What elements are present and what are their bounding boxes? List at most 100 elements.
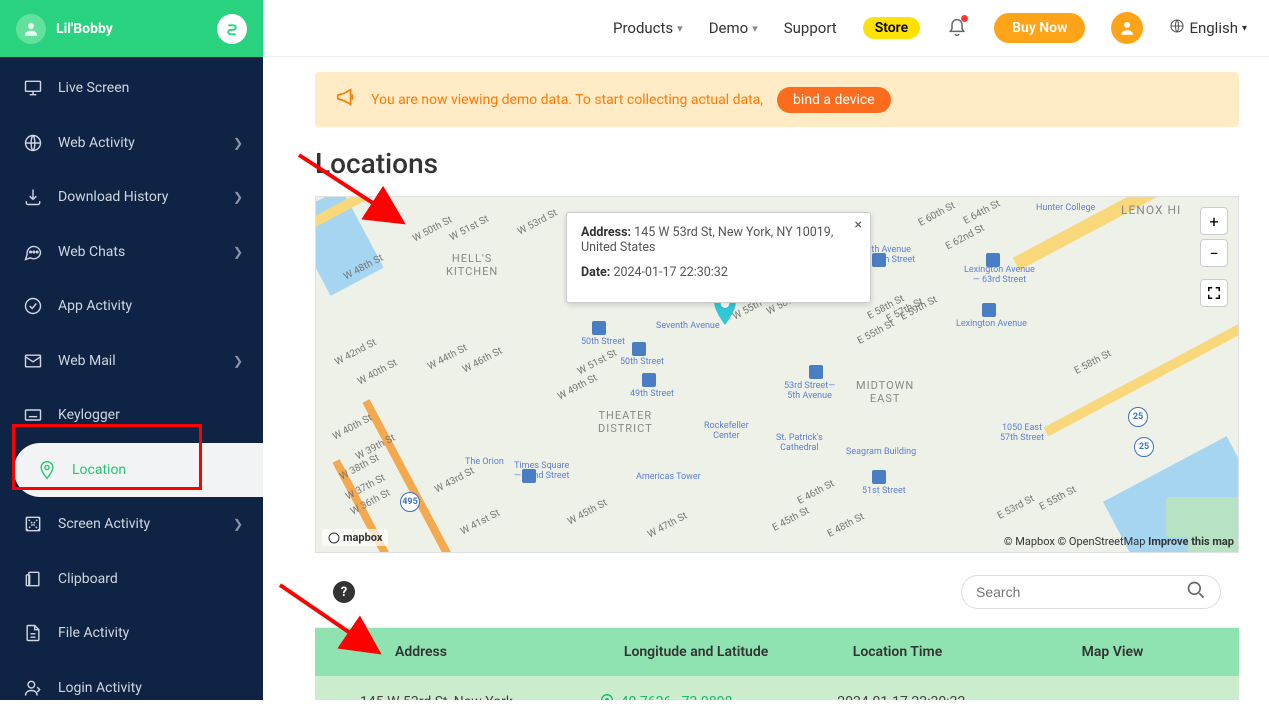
sidebar-item-download-history[interactable]: Download History ❯ <box>0 170 263 225</box>
store-badge[interactable]: Store <box>863 17 920 39</box>
map-street: W 40th St <box>356 358 399 388</box>
map-poi: Seventh Avenue <box>656 321 720 331</box>
target-icon <box>599 692 615 700</box>
help-icon[interactable]: ? <box>333 581 355 603</box>
monitor-icon <box>22 78 44 98</box>
cell-address: 145 W 53rd St, New York <box>360 694 599 700</box>
topbar: Products▾ Demo▾ Support Store Buy Now En… <box>263 0 1269 57</box>
col-lonlat: Longitude and Latitude <box>624 644 853 660</box>
map-street: E 60th St <box>917 200 957 228</box>
globe-icon <box>22 133 44 153</box>
language-selector[interactable]: English▾ <box>1169 18 1247 38</box>
route-shield: 495 <box>400 492 420 512</box>
chevron-right-icon: ❯ <box>233 190 243 204</box>
map-zoom-controls: + − <box>1200 207 1228 307</box>
sidebar-item-label: Web Mail <box>58 353 116 369</box>
sidebar-item-label: Clipboard <box>58 571 118 587</box>
zoom-in-button[interactable]: + <box>1200 207 1228 235</box>
main-content: You are now viewing demo data. To start … <box>285 57 1269 700</box>
map-street: E 55th St <box>1038 484 1078 512</box>
caret-down-icon: ▾ <box>1242 23 1247 34</box>
map-street: W 51st St <box>576 348 619 378</box>
locations-table: Address Longitude and Latitude Location … <box>315 628 1239 700</box>
map-area: MIDTOWNEAST <box>856 379 914 405</box>
file-icon <box>22 623 44 643</box>
chevron-down-icon: ▾ <box>677 22 683 35</box>
map-area: THEATERDISTRICT <box>598 409 653 435</box>
sidebar-item-file-activity[interactable]: File Activity <box>0 606 263 661</box>
search-row: ? <box>315 553 1239 628</box>
user-icon[interactable] <box>1111 12 1143 44</box>
map-poi: Americas Tower <box>636 472 701 482</box>
map-street: W 45th St <box>566 498 609 528</box>
sidebar-item-label: Web Activity <box>58 135 135 151</box>
sidebar-item-login-activity[interactable]: Login Activity <box>0 661 263 715</box>
cell-time: 2024-01-17 22:30:32 <box>837 694 1076 700</box>
keyboard-icon <box>22 405 44 425</box>
map-street: W 53rd St <box>516 207 559 237</box>
search-icon[interactable] <box>1186 580 1206 604</box>
map-street: E 53rd St <box>996 493 1037 522</box>
map-street: E 48th St <box>826 511 866 539</box>
chevron-right-icon: ❯ <box>233 136 243 150</box>
close-icon[interactable]: × <box>855 217 862 233</box>
map-street: E 46th St <box>796 478 836 506</box>
sidebar-item-app-activity[interactable]: App Activity <box>0 279 263 334</box>
map-street: W 50th St <box>411 215 454 245</box>
sidebar-item-keylogger[interactable]: Keylogger <box>0 388 263 443</box>
sidebar-item-screen-activity[interactable]: Screen Activity❯ <box>0 497 263 552</box>
map-attribution: © Mapbox © OpenStreetMap Improve this ma… <box>1004 535 1234 548</box>
brand-logo-icon[interactable] <box>217 14 247 44</box>
sidebar-item-label: Live Screen <box>58 80 129 96</box>
sidebar-item-label: File Activity <box>58 625 129 641</box>
sidebar-item-web-chats[interactable]: Web Chats❯ <box>0 225 263 280</box>
sidebar-item-clipboard[interactable]: Clipboard <box>0 552 263 607</box>
sidebar-item-label: Screen Activity <box>58 516 150 532</box>
screen-icon <box>22 514 44 534</box>
mapbox-logo[interactable]: mapbox <box>322 529 388 546</box>
bind-device-button[interactable]: bind a device <box>777 87 891 113</box>
map-poi: St. Patrick'sCathedral <box>776 433 823 454</box>
bell-icon[interactable] <box>946 17 968 39</box>
megaphone-icon <box>335 86 357 113</box>
map[interactable]: 495 25 25 HELL'SKITCHEN THEATERDISTRICT … <box>315 196 1239 553</box>
zoom-out-button[interactable]: − <box>1200 239 1228 267</box>
mail-icon <box>22 351 44 371</box>
download-icon <box>22 187 44 207</box>
map-street: W 51st St <box>448 214 491 244</box>
nav-support[interactable]: Support <box>784 19 837 37</box>
chat-icon <box>22 242 44 262</box>
chevron-right-icon: ❯ <box>233 354 243 368</box>
search-box[interactable] <box>961 575 1221 609</box>
table-row[interactable]: 145 W 53rd St, New York 40.7626, -73.989… <box>315 676 1239 700</box>
fullscreen-button[interactable] <box>1200 279 1228 307</box>
col-view: Map View <box>1082 644 1219 660</box>
col-time: Location Time <box>853 644 1082 660</box>
sidebar-item-location[interactable]: Location <box>14 443 263 498</box>
map-poi: RockefellerCenter <box>704 421 749 442</box>
map-street: E 58th St <box>1073 348 1113 376</box>
sidebar-item-label: App Activity <box>58 298 132 314</box>
map-poi: 51st Street <box>862 486 906 496</box>
avatar[interactable] <box>16 14 46 44</box>
buy-now-button[interactable]: Buy Now <box>994 13 1085 43</box>
sidebar-item-web-mail[interactable]: Web Mail ❯ <box>0 334 263 389</box>
sidebar-item-label: Download History <box>58 189 168 205</box>
map-poi: Hunter College <box>1036 203 1095 213</box>
nav-products[interactable]: Products▾ <box>613 19 683 37</box>
search-input[interactable] <box>976 584 1178 600</box>
map-street: E 62nd St <box>944 223 986 253</box>
map-street: W 47th St <box>646 511 689 541</box>
sidebar-item-web-activity[interactable]: Web Activity ❯ <box>0 116 263 171</box>
alert-text: You are now viewing demo data. To start … <box>371 92 763 108</box>
nav-demo[interactable]: Demo▾ <box>709 19 758 37</box>
table-header-row: Address Longitude and Latitude Location … <box>315 628 1239 676</box>
demo-alert-banner: You are now viewing demo data. To start … <box>315 72 1239 127</box>
sidebar-item-label: Keylogger <box>58 407 120 423</box>
sidebar-item-live-screen[interactable]: Live Screen <box>0 61 263 116</box>
map-poi: 1050 East57th Street <box>1000 423 1044 444</box>
map-street: W 42nd St <box>333 337 378 368</box>
map-street: E 64th St <box>962 198 1002 226</box>
route-shield: 25 <box>1128 407 1148 427</box>
user-name: Lil'Bobby <box>56 21 113 37</box>
